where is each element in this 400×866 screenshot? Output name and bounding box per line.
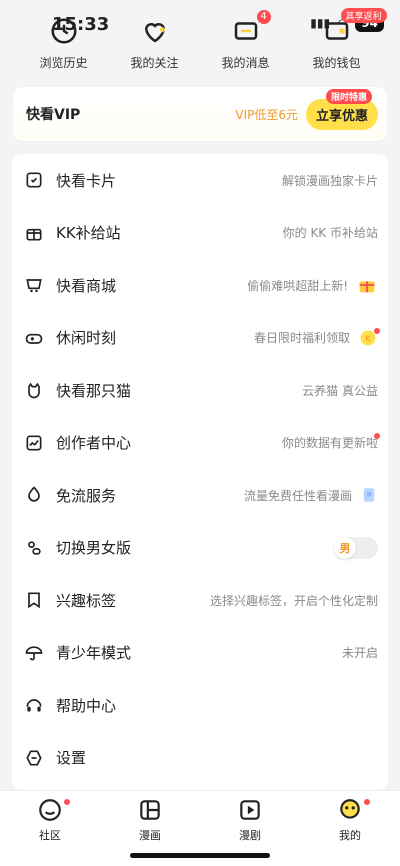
messages-link[interactable]: 4 我的消息 xyxy=(206,10,286,71)
sim-card-icon xyxy=(363,488,375,502)
menu-item-cat[interactable]: 快看那只猫 云养猫 真公益 xyxy=(12,364,388,417)
vip-desc: VIP低至6元 xyxy=(235,107,298,122)
menu-label: 帮助中心 xyxy=(56,696,117,715)
menu-desc: 偷偷难哄超甜上新! xyxy=(247,278,348,293)
messages-badge: 4 xyxy=(256,10,271,24)
clock-icon xyxy=(51,18,76,44)
home-indicator xyxy=(130,853,270,858)
umbrella-icon xyxy=(25,646,43,661)
messages-label: 我的消息 xyxy=(221,56,270,70)
tab-label: 漫剧 xyxy=(239,829,261,842)
notification-dot xyxy=(374,432,380,439)
menu-desc: 你的 KK 币补给站 xyxy=(282,226,378,241)
present-icon xyxy=(359,281,375,293)
notification-dot xyxy=(64,799,70,805)
card-icon xyxy=(26,172,42,188)
menu-desc: 云养猫 真公益 xyxy=(302,383,378,398)
menu-label: 快看那只猫 xyxy=(56,381,132,400)
switch-icon xyxy=(28,541,41,555)
tab-me[interactable]: 我的 xyxy=(310,797,390,866)
menu-list: 快看卡片 解锁漫画独家卡片 KK补给站 你的 KK 币补给站 快看商城 偷偷难哄… xyxy=(12,154,388,790)
menu-item-creator[interactable]: 创作者中心 你的数据有更新啦 xyxy=(12,417,388,470)
vip-actions: VIP低至6元 立享优惠 限时特惠 xyxy=(235,88,378,130)
menu-item-youth-mode[interactable]: 青少年模式 未开启 xyxy=(12,627,388,680)
menu-label: KK补给站 xyxy=(56,224,121,243)
bottom-tab-bar: 社区 漫画 漫剧 我的 xyxy=(0,790,400,866)
profile-icon xyxy=(340,799,360,819)
menu-desc: 春日限时福利领取 xyxy=(253,331,350,346)
history-label: 浏览历史 xyxy=(39,56,88,70)
menu-desc: 你的数据有更新啦 xyxy=(281,436,378,451)
menu-desc: 解锁漫画独家卡片 xyxy=(281,173,378,188)
menu-item-leisure[interactable]: 休闲时刻 春日限时福利领取 K xyxy=(12,312,388,365)
toggle-label: 男 xyxy=(339,541,351,555)
gift-icon xyxy=(26,228,42,241)
notification-dot xyxy=(374,327,380,334)
tab-community[interactable]: 社区 xyxy=(10,797,90,866)
tab-label: 漫画 xyxy=(139,829,161,842)
menu-item-cards[interactable]: 快看卡片 解锁漫画独家卡片 xyxy=(12,154,388,207)
menu-label: 快看商城 xyxy=(56,276,117,295)
menu-item-mall[interactable]: 快看商城 偷偷难哄超甜上新! xyxy=(12,259,388,312)
headphones-icon xyxy=(26,699,42,712)
message-icon xyxy=(234,22,257,40)
menu-desc: 未开启 xyxy=(341,646,378,661)
menu-desc: 选择兴趣标签，开启个性化定制 xyxy=(209,593,378,608)
follow-link[interactable]: 我的关注 xyxy=(115,16,195,71)
vip-title: 快看VIP xyxy=(26,107,81,123)
menu-item-free-data[interactable]: 免流服务 流量免费任性看漫画 xyxy=(12,469,388,522)
wallet-link[interactable]: 其享返利 我的钱包 xyxy=(297,8,387,71)
top-area: 15:33 ▮▮▮ ◠ 94 浏览历史 我的关注 4 我的消息 其享返利 我的钱… xyxy=(0,0,400,82)
svg-text:K: K xyxy=(365,333,371,343)
settings-icon xyxy=(26,750,42,766)
toggle-knob: 男 xyxy=(334,536,356,559)
menu-item-kk-supply[interactable]: KK补给站 你的 KK 币补给站 xyxy=(12,207,388,260)
follow-label: 我的关注 xyxy=(130,56,179,70)
play-icon xyxy=(240,800,260,820)
chart-icon xyxy=(26,435,42,451)
menu-label: 创作者中心 xyxy=(56,434,132,453)
cart-icon xyxy=(26,279,42,293)
menu-label: 青少年模式 xyxy=(56,644,132,663)
tab-label: 我的 xyxy=(339,829,361,842)
comic-icon xyxy=(140,800,160,820)
vip-offer-button[interactable]: 立享优惠 限时特惠 xyxy=(305,88,378,130)
menu-item-interest-tags[interactable]: 兴趣标签 选择兴趣标签，开启个性化定制 xyxy=(12,574,388,627)
menu-label: 兴趣标签 xyxy=(56,591,117,610)
tag-icon xyxy=(28,592,40,609)
vip-offer-tag: 限时特惠 xyxy=(325,88,372,104)
droplet-icon xyxy=(28,486,40,502)
quick-links: 浏览历史 我的关注 4 我的消息 其享返利 我的钱包 xyxy=(0,8,400,71)
menu-item-settings[interactable]: 设置 xyxy=(12,732,388,785)
menu-label: 休闲时刻 xyxy=(56,329,117,348)
menu-label: 快看卡片 xyxy=(56,171,117,190)
menu-label: 切换男女版 xyxy=(56,539,132,558)
notification-dot xyxy=(364,799,370,805)
wallet-tag: 其享返利 xyxy=(340,8,387,23)
vip-card[interactable]: 快看VIP VIP低至6元 立享优惠 限时特惠 xyxy=(12,86,388,142)
tab-label: 社区 xyxy=(39,829,61,842)
menu-desc: 流量免费任性看漫画 xyxy=(243,488,352,503)
menu-item-help[interactable]: 帮助中心 xyxy=(12,679,388,732)
cat-icon xyxy=(28,382,40,399)
menu-label: 免流服务 xyxy=(56,486,117,505)
vip-offer-label: 立享优惠 xyxy=(315,108,368,124)
menu-item-gender-switch[interactable]: 切换男女版 男 xyxy=(12,522,388,575)
menu-label: 设置 xyxy=(56,749,87,768)
gender-toggle[interactable]: 男 xyxy=(334,536,378,559)
history-link[interactable]: 浏览历史 xyxy=(24,16,104,71)
wallet-label: 我的钱包 xyxy=(312,56,361,70)
community-icon xyxy=(39,799,61,821)
gamepad-icon xyxy=(25,333,43,344)
heart-icon xyxy=(144,23,165,43)
